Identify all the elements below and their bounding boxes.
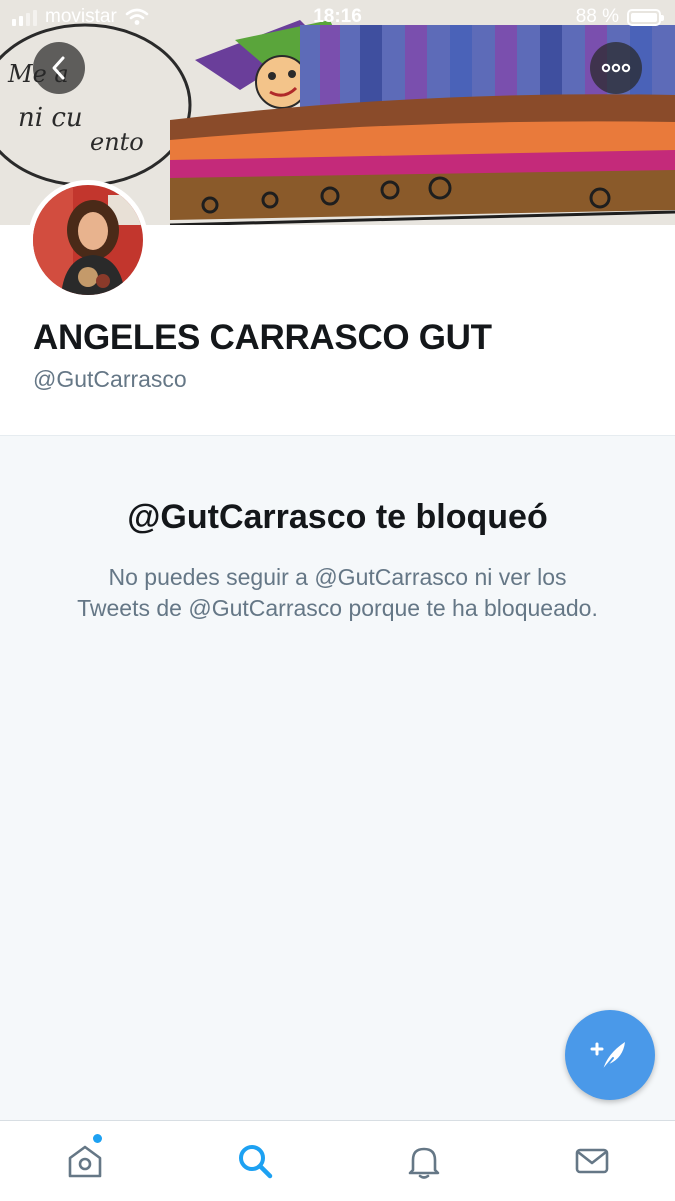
avatar-photo [33, 185, 143, 295]
banner-art-text-3: ento [90, 128, 144, 156]
back-button[interactable] [33, 42, 85, 94]
bell-icon [408, 1147, 440, 1179]
profile-handle: @GutCarrasco [33, 366, 187, 392]
status-bar: movistar 18:16 88 % [0, 0, 675, 36]
home-icon [68, 1145, 102, 1178]
avatar[interactable] [28, 180, 148, 300]
search-icon [239, 1145, 273, 1179]
status-time: 18:16 [313, 6, 362, 27]
tab-notifications[interactable] [402, 1139, 446, 1183]
home-notification-dot [93, 1134, 102, 1143]
profile-display-name: ANGELES CARRASCO GUT [33, 318, 492, 357]
more-options-button[interactable] [590, 42, 642, 94]
mail-icon [575, 1148, 609, 1174]
battery-percent: 88 % [575, 6, 619, 27]
compose-tweet-button[interactable] [565, 1010, 655, 1100]
chevron-left-icon [52, 56, 65, 80]
blocked-message: No puedes seguir a @GutCarrasco ni ver l… [77, 564, 598, 621]
blocked-notice-panel: @GutCarrasco te bloqueó No puedes seguir… [0, 435, 675, 1121]
tab-messages[interactable] [570, 1139, 614, 1183]
blocked-title: @GutCarrasco te bloqueó [127, 498, 548, 536]
more-horizontal-icon [601, 63, 631, 73]
battery-icon [627, 8, 664, 26]
compose-tweet-icon [590, 1042, 625, 1071]
tab-search[interactable] [233, 1139, 277, 1183]
bottom-tab-bar [0, 1120, 675, 1201]
banner-art-text-2: ni cu [18, 103, 83, 133]
status-right: 88 % [575, 6, 664, 28]
tab-home[interactable] [63, 1139, 107, 1183]
